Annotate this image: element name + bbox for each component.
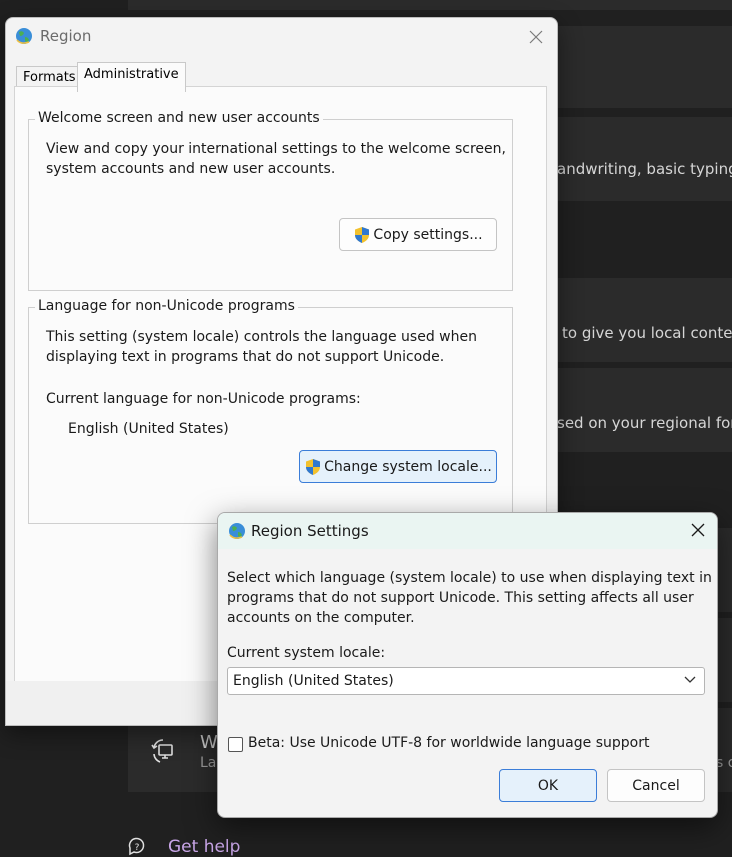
- settings-card-bottom-title: W: [200, 732, 218, 753]
- get-help-link[interactable]: Get help: [168, 837, 240, 857]
- ok-button[interactable]: OK: [499, 769, 597, 802]
- region-settings-description-line1: Select which language (system locale) to…: [227, 570, 712, 586]
- cancel-label: Cancel: [632, 777, 680, 794]
- welcome-description-line1: View and copy your international setting…: [46, 141, 506, 157]
- beta-utf8-checkbox[interactable]: [228, 737, 243, 752]
- region-settings-description-line2: programs that do not support Unicode. Th…: [227, 590, 694, 606]
- chevron-down-icon: [684, 676, 696, 683]
- close-icon: [691, 523, 705, 537]
- beta-utf8-label[interactable]: Beta: Use Unicode UTF-8 for worldwide la…: [248, 735, 649, 751]
- settings-card-3-text: to give you local content: [562, 324, 732, 342]
- welcome-screen-group: Welcome screen and new user accounts Vie…: [28, 110, 513, 291]
- uac-shield-icon: [355, 226, 370, 243]
- region-close-button[interactable]: [521, 24, 551, 50]
- close-icon: [529, 30, 543, 44]
- copy-settings-label: Copy settings...: [373, 226, 483, 243]
- globe-icon: [229, 523, 245, 539]
- current-system-locale-label: Current system locale:: [227, 645, 386, 661]
- current-language-label: Current language for non-Unicode program…: [46, 391, 361, 407]
- non-unicode-description-line2: displaying text in programs that do not …: [46, 349, 445, 365]
- region-settings-description-line3: accounts on the computer.: [227, 610, 415, 626]
- settings-card-1[interactable]: [555, 26, 732, 108]
- region-settings-description: Select which language (system locale) to…: [227, 568, 712, 628]
- welcome-description-line2: system accounts and new user accounts.: [46, 161, 336, 177]
- region-titlebar[interactable]: Region: [6, 18, 557, 54]
- non-unicode-group: Language for non-Unicode programs This s…: [28, 298, 513, 524]
- settings-card-4[interactable]: [555, 368, 732, 452]
- welcome-screen-group-title: Welcome screen and new user accounts: [35, 110, 323, 126]
- non-unicode-description: This setting (system locale) controls th…: [46, 327, 477, 367]
- region-settings-titlebar[interactable]: Region Settings: [218, 513, 717, 549]
- svg-text:?: ?: [135, 843, 140, 853]
- settings-card-top: [128, 0, 732, 10]
- non-unicode-description-line1: This setting (system locale) controls th…: [46, 329, 477, 345]
- region-title: Region: [40, 27, 92, 45]
- sync-icon: [151, 739, 173, 763]
- tab-administrative[interactable]: Administrative: [77, 62, 186, 92]
- settings-card-2[interactable]: [555, 117, 732, 201]
- region-settings-dialog: Region Settings Select which language (s…: [217, 512, 718, 818]
- welcome-description: View and copy your international setting…: [46, 139, 506, 179]
- system-locale-dropdown[interactable]: English (United States): [227, 667, 705, 695]
- settings-card-4-text: sed on your regional forma: [557, 414, 732, 432]
- ok-label: OK: [537, 777, 559, 794]
- system-locale-selected-value: English (United States): [233, 673, 394, 689]
- settings-card-bottom-trailing: s o: [716, 755, 732, 771]
- non-unicode-group-title: Language for non-Unicode programs: [35, 298, 298, 314]
- uac-shield-icon: [306, 458, 321, 475]
- settings-card-3[interactable]: [555, 278, 732, 362]
- region-settings-close-button[interactable]: [683, 517, 713, 543]
- change-system-locale-button[interactable]: Change system locale...: [299, 450, 497, 483]
- settings-card-2-text: andwriting, basic typing: [557, 160, 732, 178]
- settings-card-bottom-subtitle: La: [200, 755, 217, 771]
- current-language-value: English (United States): [68, 421, 229, 437]
- region-settings-title: Region Settings: [251, 522, 369, 540]
- copy-settings-button[interactable]: Copy settings...: [339, 218, 497, 251]
- change-system-locale-label: Change system locale...: [324, 458, 492, 475]
- cancel-button[interactable]: Cancel: [607, 769, 705, 802]
- globe-icon: [16, 28, 32, 44]
